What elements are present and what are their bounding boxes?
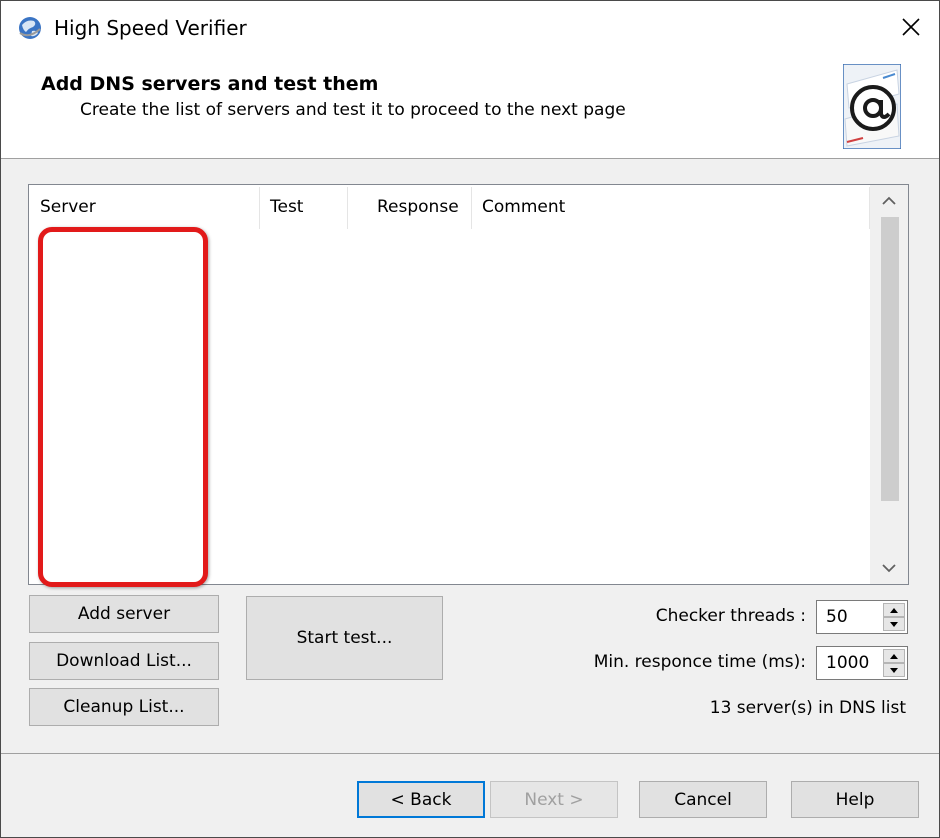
checker-threads-spinner[interactable]: 50 <box>816 600 908 634</box>
column-header-comment[interactable]: Comment <box>482 185 565 229</box>
spin-down-button[interactable] <box>883 617 905 631</box>
min-response-time-label: Min. responce time (ms): <box>593 652 806 672</box>
arrow-up-icon <box>890 653 898 659</box>
spinner-buttons <box>883 649 905 677</box>
download-list-button[interactable]: Download List... <box>29 642 219 680</box>
close-button[interactable] <box>883 1 939 57</box>
server-count-status: 13 server(s) in DNS list <box>709 698 906 718</box>
spinner-buttons <box>883 603 905 631</box>
checker-threads-label: Checker threads : <box>655 606 806 626</box>
arrow-down-icon <box>890 621 898 627</box>
help-button[interactable]: Help <box>791 781 919 818</box>
column-divider[interactable] <box>347 187 348 229</box>
min-response-time-value[interactable]: 1000 <box>826 653 869 673</box>
column-divider[interactable] <box>259 187 260 229</box>
vertical-scrollbar[interactable] <box>870 185 908 584</box>
close-icon <box>902 17 920 41</box>
annotation-highlight-box <box>38 227 208 587</box>
globe-app-icon <box>17 15 43 41</box>
column-header-test[interactable]: Test <box>270 185 303 229</box>
arrow-up-icon <box>890 607 898 613</box>
column-divider[interactable] <box>471 187 472 229</box>
start-test-button[interactable]: Start test... <box>246 596 443 680</box>
chevron-up-icon <box>882 196 896 205</box>
checker-threads-value[interactable]: 50 <box>826 607 848 627</box>
chevron-down-icon <box>882 564 896 573</box>
spin-up-button[interactable] <box>883 649 905 663</box>
next-button[interactable]: Next > <box>490 781 618 818</box>
back-button[interactable]: < Back <box>357 781 485 818</box>
page-subtitle: Create the list of servers and test it t… <box>80 100 626 120</box>
spin-up-button[interactable] <box>883 603 905 617</box>
spin-down-button[interactable] <box>883 663 905 677</box>
column-header-server[interactable]: Server <box>40 185 96 229</box>
page-title: Add DNS servers and test them <box>41 73 379 95</box>
min-response-time-spinner[interactable]: 1000 <box>816 646 908 680</box>
scroll-down-arrow[interactable] <box>870 552 908 584</box>
cancel-button[interactable]: Cancel <box>639 781 767 818</box>
window-title: High Speed Verifier <box>54 16 247 40</box>
cleanup-list-button[interactable]: Cleanup List... <box>29 688 219 726</box>
arrow-down-icon <box>890 667 898 673</box>
title-bar: High Speed Verifier <box>1 1 939 57</box>
email-at-logo-icon <box>842 63 902 150</box>
scroll-up-arrow[interactable] <box>870 185 908 217</box>
wizard-header: Add DNS servers and test them Create the… <box>1 57 939 159</box>
add-server-button[interactable]: Add server <box>29 595 219 633</box>
column-header-response[interactable]: Response <box>377 185 459 229</box>
footer-divider <box>1 753 939 754</box>
scroll-thumb[interactable] <box>881 217 899 501</box>
dialog-window: High Speed Verifier Add DNS servers and … <box>0 0 940 838</box>
